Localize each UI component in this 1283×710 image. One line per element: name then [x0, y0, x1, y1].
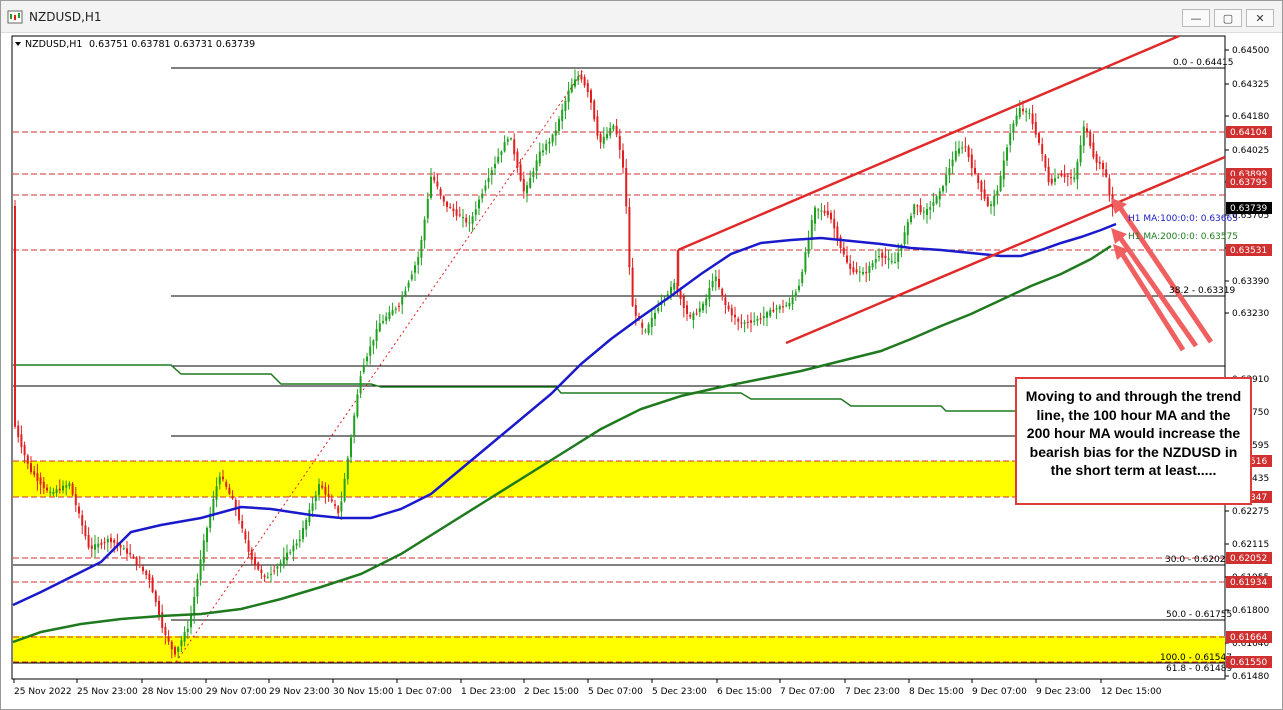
time-tick-label: 2 Dec 15:00	[524, 687, 579, 697]
svg-text:50.0 - 0.61755: 50.0 - 0.61755	[1166, 610, 1232, 620]
price-axis: 0.645000.643250.641800.640250.638650.637…	[1225, 46, 1272, 682]
candle	[593, 99, 596, 122]
time-tick-label: 29 Nov 07:00	[206, 687, 267, 697]
time-tick-label: 29 Nov 23:00	[269, 687, 330, 697]
time-axis: 25 Nov 2022 25 Nov 23:00 28 Nov 15:00 29 No…	[13, 679, 1162, 697]
chart-app-icon	[7, 10, 23, 23]
minimize-button[interactable]: —	[1182, 9, 1210, 27]
svg-text:0.61664: 0.61664	[1230, 633, 1267, 643]
price-tick-label: 0.63390	[1232, 277, 1269, 287]
time-tick-label: 25 Nov 23:00	[77, 687, 138, 697]
svg-text:0.0 - 0.64415: 0.0 - 0.64415	[1173, 58, 1234, 68]
time-tick-label: 8 Dec 15:00	[909, 687, 964, 697]
ohlc-values: 0.63751 0.63781 0.63731 0.63739	[89, 39, 255, 50]
time-tick-label: 5 Dec 07:00	[588, 687, 643, 697]
ma200-label: H1 MA:200:0:0: 0.63575	[1128, 232, 1238, 242]
svg-text:61.8 - 0.61489: 61.8 - 0.61489	[1166, 664, 1232, 674]
price-tick-label: 0.61800	[1232, 606, 1269, 616]
chart-window: NZDUSD,H1 — ▢ ✕ NZDUSD,H1 0.63751 0.6378…	[0, 0, 1283, 710]
price-tick-label: 0.64180	[1232, 112, 1269, 122]
time-tick-label: 1 Dec 07:00	[397, 687, 452, 697]
svg-text:0.61934: 0.61934	[1230, 578, 1267, 588]
svg-text:0.63531: 0.63531	[1230, 246, 1267, 256]
title-bar[interactable]: NZDUSD,H1 — ▢ ✕	[1, 1, 1282, 33]
price-marker: 0.63531	[1226, 244, 1272, 256]
candle	[628, 198, 631, 275]
symbol-label: NZDUSD,H1	[25, 39, 82, 50]
price-tick-label: 0.62275	[1232, 507, 1269, 517]
price-chart[interactable]: NZDUSD,H1 0.63751 0.63781 0.63731 0.6373…	[1, 34, 1282, 710]
price-marker: 0.61934	[1226, 576, 1272, 588]
svg-text:38.2 - 0.63319: 38.2 - 0.63319	[1169, 286, 1235, 296]
price-tick-label: 0.64500	[1232, 46, 1269, 56]
price-marker: 0.64104	[1226, 126, 1272, 138]
svg-text:100.0 - 0.61547: 100.0 - 0.61547	[1160, 653, 1232, 663]
candle	[71, 481, 74, 497]
annotation-callout: Moving to and through the trend line, th…	[1015, 377, 1252, 505]
candle	[1089, 129, 1092, 149]
time-tick-label: 7 Dec 07:00	[780, 687, 835, 697]
price-marker: 0.61664	[1226, 631, 1272, 643]
price-marker: 0.61550	[1226, 656, 1272, 668]
time-tick-label: 30 Nov 15:00	[333, 687, 394, 697]
svg-text:0.63795: 0.63795	[1230, 178, 1267, 188]
time-tick-label: 12 Dec 15:00	[1101, 687, 1162, 697]
price-tick-label: 0.64325	[1232, 80, 1269, 90]
support-zone-lower	[13, 636, 1225, 663]
candle	[14, 199, 16, 429]
price-tick-label: 0.62115	[1232, 540, 1269, 550]
close-button[interactable]: ✕	[1246, 9, 1274, 27]
time-tick-label: 1 Dec 23:00	[461, 687, 516, 697]
svg-text:30.0 - 0.62023: 30.0 - 0.62023	[1165, 555, 1231, 565]
price-marker: 0.62052	[1226, 552, 1272, 564]
ma100-label: H1 MA:100:0:0: 0.63665	[1128, 214, 1238, 224]
time-tick-label: 6 Dec 15:00	[717, 687, 772, 697]
price-marker: 0.63795	[1226, 176, 1272, 188]
svg-text:0.64104: 0.64104	[1230, 128, 1267, 138]
price-tick-label: 0.64025	[1232, 146, 1269, 156]
time-tick-label: 28 Nov 15:00	[142, 687, 203, 697]
svg-text:0.63739: 0.63739	[1230, 204, 1267, 214]
chart-area[interactable]: NZDUSD,H1 0.63751 0.63781 0.63731 0.6373…	[1, 34, 1282, 710]
price-tick-label: 0.61480	[1232, 672, 1269, 682]
candle	[151, 575, 154, 594]
candle	[935, 195, 938, 205]
svg-text:0.61550: 0.61550	[1230, 658, 1267, 668]
time-tick-label: 9 Dec 07:00	[972, 687, 1027, 697]
time-tick-label: 9 Dec 23:00	[1036, 687, 1091, 697]
price-marker: 0.63739	[1226, 202, 1272, 214]
time-tick-label: 7 Dec 23:00	[845, 687, 900, 697]
time-tick-label: 25 Nov 2022	[14, 687, 72, 697]
maximize-button[interactable]: ▢	[1214, 9, 1242, 27]
time-tick-label: 5 Dec 23:00	[652, 687, 707, 697]
svg-text:0.62052: 0.62052	[1230, 554, 1267, 564]
window-title: NZDUSD,H1	[29, 9, 102, 24]
price-tick-label: 0.63230	[1232, 309, 1269, 319]
